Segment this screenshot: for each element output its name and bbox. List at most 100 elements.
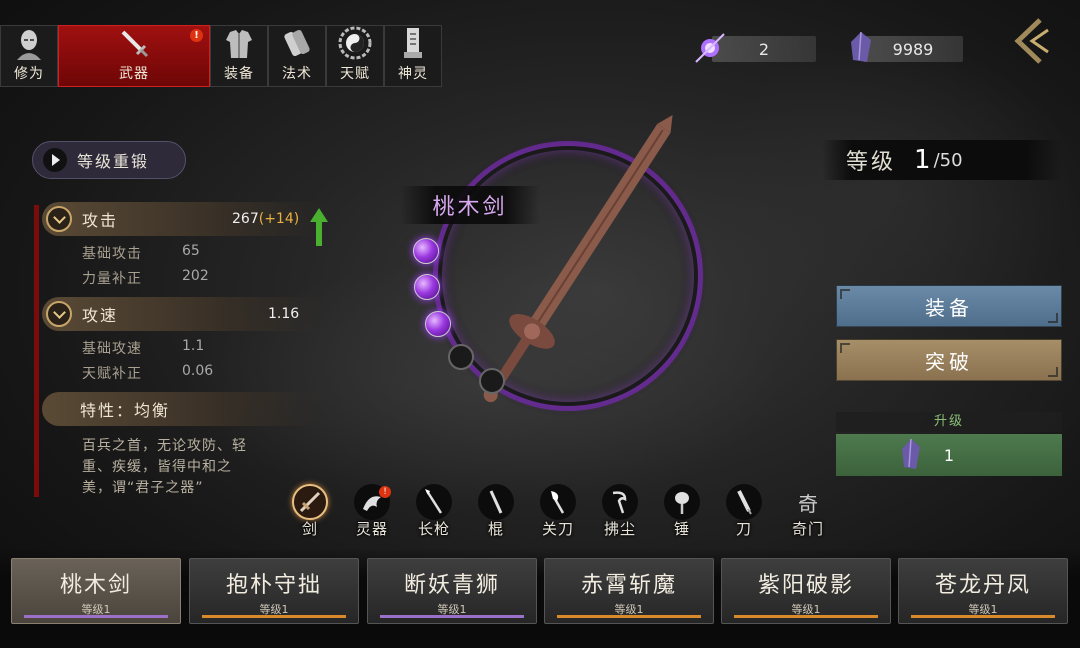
rarity-bar <box>734 615 878 618</box>
card-name: 桃木剑 <box>59 573 132 598</box>
rarity-bar <box>202 615 346 618</box>
base-attack-label: 基础攻击 <box>82 246 142 262</box>
alert-badge: ! <box>190 29 203 42</box>
rarity-bar <box>24 615 168 618</box>
tab-talent[interactable]: 天赋 <box>326 25 384 87</box>
tab-label: 法术 <box>282 66 312 82</box>
type-label: 棍 <box>487 520 504 538</box>
star-orb-empty <box>448 344 474 370</box>
crystal-icon <box>902 438 920 469</box>
weapon-display <box>428 114 708 416</box>
yinyang-icon <box>338 26 372 60</box>
armor-icon <box>226 30 252 58</box>
talent-label: 天赋补正 <box>82 366 142 382</box>
weapon-card[interactable]: 紫阳破影 等级1 <box>721 558 891 624</box>
glaive-icon <box>540 484 576 520</box>
level-label: 等级 <box>846 150 897 175</box>
speed-label: 攻速 <box>82 306 119 325</box>
type-label: 刀 <box>735 520 752 538</box>
weapon-card[interactable]: 苍龙丹凤 等级1 <box>898 558 1068 624</box>
speed-value: 1.16 <box>268 306 300 322</box>
back-icon[interactable] <box>1008 16 1054 66</box>
equip-button[interactable]: 装备 <box>836 285 1062 327</box>
base-speed-row: 基础攻速 1.1 <box>82 338 204 358</box>
card-name: 抱朴守拙 <box>225 573 322 598</box>
attack-value: 267 <box>232 211 259 227</box>
card-name: 苍龙丹凤 <box>934 573 1031 598</box>
star-orb-filled <box>413 238 439 264</box>
rarity-bar <box>911 615 1055 618</box>
rarity-bar <box>557 615 701 618</box>
breakthrough-button[interactable]: 突破 <box>836 339 1062 381</box>
attack-header[interactable]: 攻击 267(+14) <box>42 202 322 236</box>
tab-deity[interactable]: 神灵 <box>384 25 442 87</box>
base-speed-label: 基础攻速 <box>82 341 142 357</box>
talent-row: 天赋补正 0.06 <box>82 363 213 383</box>
type-sword[interactable]: 剑 <box>285 484 335 540</box>
type-hammer[interactable]: 锤 <box>657 484 707 540</box>
level-max: /50 <box>933 149 963 171</box>
base-attack-row: 基础攻击 65 <box>82 243 200 263</box>
attack-label: 攻击 <box>82 211 119 230</box>
reforge-button[interactable]: 等级重锻 <box>32 141 186 179</box>
upgrade-title: 升级 <box>836 412 1062 432</box>
type-label: 长枪 <box>417 520 450 538</box>
sword-icon <box>121 30 149 58</box>
weapon-name: 桃木剑 <box>400 186 540 224</box>
weapon-card[interactable]: 断妖青狮 等级1 <box>367 558 537 624</box>
star-orb-empty <box>479 368 505 394</box>
talent-value: 0.06 <box>182 363 214 379</box>
type-label: 奇门 <box>791 520 824 538</box>
upgrade-button[interactable]: 1 <box>836 434 1062 476</box>
speed-header[interactable]: 攻速 1.16 <box>42 297 322 331</box>
upgrade-arrow-icon <box>310 208 328 246</box>
scroll-icon <box>284 29 310 57</box>
star-orb-filled <box>414 274 440 300</box>
reforge-label: 等级重锻 <box>77 152 150 171</box>
play-icon <box>43 148 67 172</box>
tablet-icon <box>404 28 422 58</box>
crystal-icon <box>851 31 871 62</box>
purple-orb-icon <box>695 33 725 63</box>
type-label: 锤 <box>673 520 690 538</box>
weapon-card[interactable]: 抱朴守拙 等级1 <box>189 558 359 624</box>
base-attack-value: 65 <box>182 243 200 259</box>
type-whisk[interactable]: 拂尘 <box>595 484 645 540</box>
tab-label: 装备 <box>224 66 254 82</box>
type-spear[interactable]: 长枪 <box>409 484 459 540</box>
type-staff[interactable]: 棍 <box>471 484 521 540</box>
attack-bonus: (+14) <box>258 211 300 227</box>
staff-icon <box>478 484 514 520</box>
tab-spells[interactable]: 法术 <box>268 25 326 87</box>
exotic-glyph: 奇 <box>798 491 818 516</box>
stats-divider <box>34 205 39 497</box>
tab-label: 天赋 <box>340 66 370 82</box>
tab-label: 武器 <box>119 66 149 82</box>
type-label: 关刀 <box>541 520 574 538</box>
tab-cultivation[interactable]: 修为 <box>0 25 58 87</box>
sword-icon <box>292 484 328 520</box>
whisk-icon <box>602 484 638 520</box>
spear-icon <box>416 484 452 520</box>
weapon-card-list: 桃木剑 等级1 抱朴守拙 等级1 断妖青狮 等级1 赤霄斩魔 等级1 紫阳破影 … <box>0 548 1080 648</box>
type-exotic[interactable]: 奇 奇门 <box>783 484 833 540</box>
tab-label: 神灵 <box>398 66 428 82</box>
hammer-icon <box>664 484 700 520</box>
tab-weapon[interactable]: 武器 ! <box>58 25 210 87</box>
type-blade[interactable]: 刀 <box>719 484 769 540</box>
exotic-icon: 奇 <box>790 484 826 520</box>
strength-row: 力量补正 202 <box>82 268 209 288</box>
tab-equipment[interactable]: 装备 <box>210 25 268 87</box>
head-icon <box>17 30 41 60</box>
level-current: 1 <box>914 145 931 175</box>
weapon-card[interactable]: 赤霄斩魔 等级1 <box>544 558 714 624</box>
type-spirit[interactable]: 灵器 ! <box>347 484 397 540</box>
card-name: 断妖青狮 <box>403 573 500 598</box>
type-guandao[interactable]: 关刀 <box>533 484 583 540</box>
strength-value: 202 <box>182 268 209 284</box>
top-tabs: 修为 武器 ! 装备 法术 天赋 神灵 <box>0 25 442 87</box>
upgrade-cost: 1 <box>943 445 955 465</box>
weapon-card[interactable]: 桃木剑 等级1 <box>11 558 181 624</box>
rarity-bar <box>380 615 524 618</box>
chevron-down-icon <box>46 301 72 327</box>
